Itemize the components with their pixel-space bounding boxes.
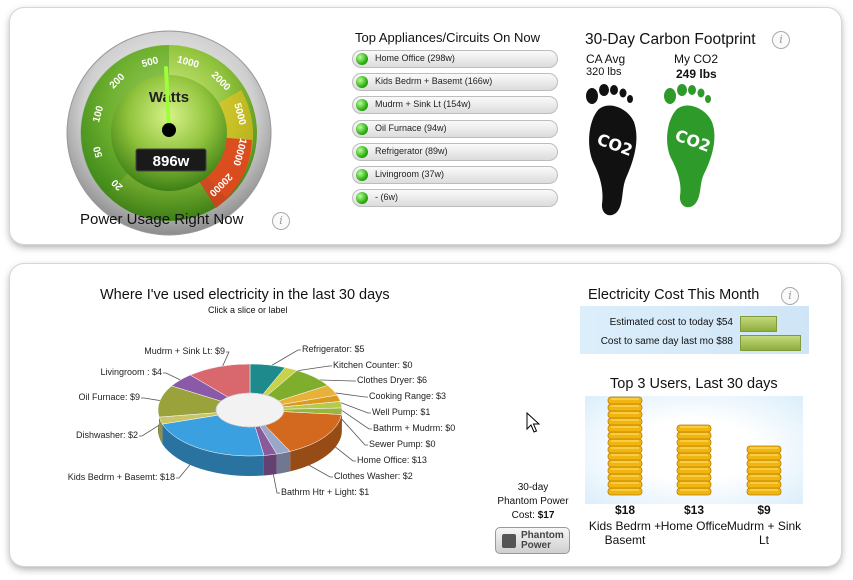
phantom-line3: Cost: $17 — [490, 509, 576, 523]
my-co2-value: 249 lbs — [676, 67, 717, 81]
donut-label[interactable]: Bathrm + Mudrm: $0 — [373, 423, 455, 433]
appliance-row[interactable]: Home Office (298w) — [352, 50, 558, 68]
top-users-title: Top 3 Users, Last 30 days — [610, 376, 778, 392]
donut-label[interactable]: Clothes Dryer: $6 — [357, 375, 427, 385]
phantom-line1: 30-day — [517, 482, 549, 493]
phantom-line2: Phantom Power — [497, 496, 569, 507]
top-user-name: Mudrm + Sink Lt — [726, 519, 802, 547]
gauge-hub — [162, 123, 176, 137]
appliance-label: Home Office (298w) — [375, 53, 455, 63]
status-on-icon — [356, 192, 368, 205]
appliance-row[interactable]: Livingroom (37w) — [352, 165, 558, 184]
mouse-cursor-icon — [526, 412, 540, 433]
top-user-name: Home Office — [660, 519, 728, 533]
donut-label[interactable]: Mudrm + Sink Lt: $9 — [144, 346, 225, 356]
top-user-amount: $18 — [614, 503, 636, 517]
status-on-icon — [356, 122, 368, 135]
donut-slice-side[interactable] — [263, 454, 277, 476]
donut-label[interactable]: Oil Furnace: $9 — [78, 392, 140, 402]
top-user-name: Kids Bedrm + Basemt — [588, 519, 662, 547]
cost-title: Electricity Cost This Month — [588, 287, 760, 303]
status-on-icon — [356, 168, 368, 181]
appliance-row[interactable]: Refrigerator (89w) — [352, 142, 558, 161]
ca-avg-label: CA Avg — [586, 52, 626, 66]
watts-gauge: 20501002005001000200050001000020000 Watt… — [66, 30, 272, 236]
appliance-label: Refrigerator (89w) — [375, 145, 448, 156]
donut-label[interactable]: Clothes Washer: $2 — [334, 471, 413, 481]
cost-row-label: Estimated cost to today $54 — [609, 317, 733, 328]
status-on-icon — [356, 145, 368, 158]
cost-bar — [740, 316, 777, 332]
appliance-label: Mudrm + Sink Lt (154w) — [375, 99, 471, 110]
cost-row-label: Cost to same day last mo $88 — [600, 336, 733, 347]
plug-icon — [502, 534, 516, 548]
donut-label[interactable]: Bathrm Htr + Light: $1 — [281, 487, 369, 497]
appliance-label: Kids Bedrm + Basemt (166w) — [375, 76, 493, 87]
pie-subtitle: Click a slice or label — [208, 305, 288, 315]
appliance-label: Livingroom (37w) — [375, 168, 445, 179]
donut-label[interactable]: Kitchen Counter: $0 — [333, 360, 413, 370]
donut-label[interactable]: Livingroom : $4 — [100, 367, 162, 377]
carbon-title: 30-Day Carbon Footprint — [585, 31, 756, 48]
appliances-list: Home Office (298w) Kids Bedrm + Basemt (1… — [352, 50, 558, 212]
top-user-amount: $13 — [683, 503, 705, 517]
cost-info-icon[interactable]: i — [781, 287, 799, 305]
donut-label[interactable]: Kids Bedrm + Basemt: $18 — [68, 472, 175, 482]
my-co2-label: My CO2 — [674, 52, 719, 66]
donut-label[interactable]: Refrigerator: $5 — [302, 344, 365, 354]
appliance-row[interactable]: Mudrm + Sink Lt (154w) — [352, 96, 558, 115]
donut-label[interactable]: Dishwasher: $2 — [76, 430, 138, 440]
gauge-caption: Power Usage Right Now — [80, 211, 244, 228]
ca-avg-value: 320 lbs — [586, 66, 622, 78]
status-on-icon — [356, 99, 368, 112]
donut-label[interactable]: Sewer Pump: $0 — [369, 439, 436, 449]
appliance-label: - (6w) — [375, 192, 398, 203]
donut-label[interactable]: Cooking Range: $3 — [369, 391, 446, 401]
ca-footprint-icon: CO2 — [586, 84, 637, 216]
phantom-power-button-label: Phantom Power — [521, 530, 564, 551]
gauge-readout: 896w — [153, 153, 190, 170]
donut-slice-side[interactable] — [276, 451, 291, 475]
appliance-row[interactable]: Kids Bedrm + Basemt (166w) — [352, 73, 558, 92]
pie-title: Where I've used electricity in the last … — [100, 287, 390, 303]
phantom-cost-prefix: Cost: — [511, 510, 538, 521]
my-footprint-icon: CO2 — [664, 84, 715, 208]
status-on-icon — [356, 76, 368, 89]
phantom-cost-value: $17 — [537, 510, 555, 521]
appliance-row[interactable]: - (6w) — [352, 189, 558, 208]
gauge-info-icon[interactable]: i — [272, 212, 290, 230]
status-on-icon — [356, 53, 368, 65]
coin-stack-bar — [607, 396, 643, 496]
donut-label[interactable]: Well Pump: $1 — [372, 407, 430, 417]
phantom-power-button[interactable]: Phantom Power — [495, 527, 570, 554]
coin-stack-bar — [676, 424, 712, 496]
appliances-title: Top Appliances/Circuits On Now — [355, 30, 540, 45]
top-user-amount: $9 — [757, 503, 771, 517]
cost-bar — [740, 335, 801, 351]
appliance-label: Oil Furnace (94w) — [375, 122, 447, 133]
donut-label[interactable]: Home Office: $13 — [357, 455, 427, 465]
carbon-info-icon[interactable]: i — [772, 31, 790, 49]
coin-stack-bar — [746, 445, 782, 496]
phantom-power-text: 30-day Phantom Power Cost: $17 — [490, 481, 576, 523]
appliance-row[interactable]: Oil Furnace (94w) — [352, 119, 558, 138]
